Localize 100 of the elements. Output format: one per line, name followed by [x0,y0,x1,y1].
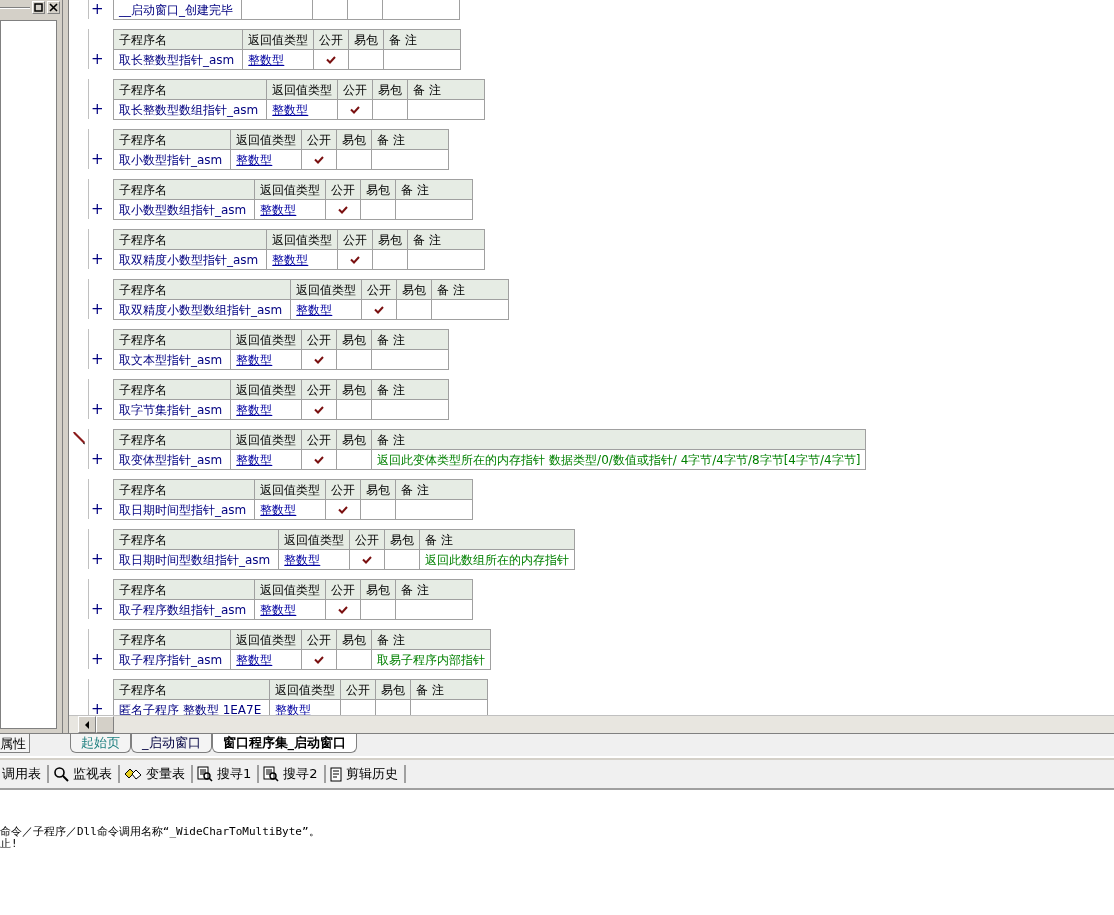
column-header: 易包 [375,679,411,700]
column-header: 返回值类型 [254,179,326,200]
column-header: 子程序名 [113,29,243,50]
procedure-name-cell: 取子程序指针_asm [113,649,231,670]
column-header: 易包 [384,529,420,550]
panel-tab[interactable]: 调用表 [2,765,41,783]
procedure-name-cell: 取子程序数组指针_asm [113,599,255,620]
editor-tab[interactable]: _启动窗口 [131,734,212,753]
procedure-name-cell: __启动窗口_创建完毕 [113,0,242,20]
column-header: 易包 [336,129,372,150]
column-header: 备 注 [371,329,449,350]
maximize-button[interactable] [32,1,45,14]
column-header: 备 注 [419,529,575,550]
editor-tab[interactable]: 起始页 [70,734,131,753]
output-line: 止! [0,838,19,850]
triangle-left-icon [84,720,90,729]
return-type-link[interactable]: 整数型 [254,599,326,620]
column-header: 返回值类型 [254,479,326,500]
expand-button[interactable]: + [91,453,101,465]
column-header: 公开 [349,529,385,550]
return-type-link[interactable]: 整数型 [242,49,314,70]
column-header: 备 注 [371,429,866,450]
return-type-link[interactable]: 整数型 [230,649,302,670]
document-search-icon [263,766,280,782]
expand-button[interactable]: + [91,503,101,515]
column-header: 子程序名 [113,479,255,500]
column-header: 返回值类型 [290,279,362,300]
horizontal-scrollbar[interactable] [69,715,1114,733]
expand-button[interactable]: + [91,403,101,415]
procedure-name-cell: 取小数型指针_asm [113,149,231,170]
return-type-link[interactable]: 整数型 [230,399,302,420]
column-header: 子程序名 [113,679,270,700]
column-header: 备 注 [395,179,473,200]
column-header: 备 注 [407,229,485,250]
column-header: 公开 [325,179,361,200]
column-header: 公开 [325,579,361,600]
column-header: 易包 [396,279,432,300]
return-type-link[interactable]: 整数型 [266,99,338,120]
column-header: 备 注 [371,129,449,150]
column-header: 易包 [360,479,396,500]
column-header: 子程序名 [113,629,231,650]
panel-tab[interactable]: 变量表 [146,765,185,783]
column-header: 子程序名 [113,579,255,600]
expand-button[interactable]: + [91,303,101,315]
return-type-link[interactable]: 整数型 [290,299,362,320]
column-header: 易包 [372,79,408,100]
scroll-thumb[interactable] [96,716,114,733]
column-header: 子程序名 [113,179,255,200]
return-type-link[interactable]: 整数型 [278,549,350,570]
expand-button[interactable]: + [91,3,101,15]
column-header: 返回值类型 [230,329,302,350]
scroll-left-button[interactable] [78,716,96,733]
procedure-name-cell: 取日期时间型数组指针_asm [113,549,279,570]
procedure-name-cell: 取小数型数组指针_asm [113,199,255,220]
column-header: 子程序名 [113,279,291,300]
expand-button[interactable]: + [91,603,101,615]
column-header: 易包 [360,179,396,200]
diamond-icon [124,767,142,781]
column-header: 公开 [313,29,349,50]
column-header: 易包 [372,229,408,250]
return-type-link[interactable]: 整数型 [230,349,302,370]
expand-button[interactable]: + [91,53,101,65]
expand-button[interactable]: + [91,153,101,165]
return-type-link[interactable]: 整数型 [254,499,326,520]
panel-tab[interactable]: 监视表 [73,765,112,783]
return-type-link[interactable]: 整数型 [230,149,302,170]
column-header: 易包 [336,629,372,650]
column-header: 公开 [301,329,337,350]
column-header: 子程序名 [113,229,267,250]
expand-button[interactable]: + [91,653,101,665]
column-header: 子程序名 [113,429,231,450]
expand-button[interactable]: + [91,353,101,365]
panel-tab[interactable]: 剪辑历史 [345,765,398,783]
properties-tab[interactable]: 属性 [0,734,30,753]
column-header: 子程序名 [113,379,231,400]
close-button[interactable] [47,1,60,14]
column-header: 备 注 [371,379,449,400]
document-search-icon [197,766,213,782]
expand-button[interactable]: + [91,703,101,715]
procedure-name-cell: 取文本型指针_asm [113,349,231,370]
document-icon [329,766,342,782]
column-header: 返回值类型 [230,629,302,650]
column-header: 公开 [337,79,373,100]
expand-button[interactable]: + [91,253,101,265]
editor-tab[interactable]: 窗口程序集_启动窗口 [211,734,357,753]
return-type-link[interactable]: 整数型 [266,249,338,270]
column-header: 公开 [361,279,397,300]
expand-button[interactable]: + [91,553,101,565]
panel-tab[interactable]: 搜寻2 [283,765,318,783]
column-header: 返回值类型 [266,229,338,250]
column-header: 备 注 [383,29,461,50]
panel-tab[interactable]: 搜寻1 [217,765,252,783]
column-header: 备 注 [410,679,488,700]
return-type-link[interactable]: 整数型 [230,449,302,470]
procedure-name-cell: 取双精度小数型数组指针_asm [113,299,291,320]
return-type-link[interactable]: 整数型 [254,199,326,220]
procedure-name-cell: 取变体型指针_asm [113,449,231,470]
expand-button[interactable]: + [91,103,101,115]
output-line: 命令／子程序／Dll命令调用名称“_WideCharToMultiByte”。 [0,826,321,838]
expand-button[interactable]: + [91,203,101,215]
